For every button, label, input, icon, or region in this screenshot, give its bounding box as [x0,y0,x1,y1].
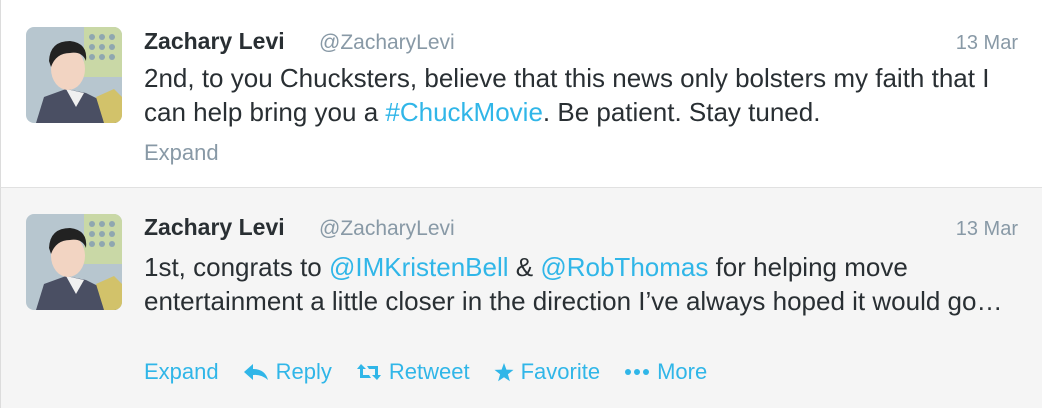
avatar[interactable] [26,214,122,310]
tweet-timestamp[interactable]: 13 Mar [956,32,1018,55]
ellipsis-icon [624,368,650,376]
avatar[interactable] [26,27,122,123]
expand-link[interactable]: Expand [144,359,219,385]
author-handle[interactable]: @ZacharyLevi [319,31,455,55]
tweet-text-part: 1st, congrats to [144,252,329,282]
tweet-actions: Expand [144,140,243,166]
favorite-button[interactable]: Favorite [494,359,600,385]
favorite-label: Favorite [520,359,601,384]
more-button[interactable]: More [624,359,707,385]
reply-label: Reply [275,359,332,384]
mention-link[interactable]: @RobThomas [540,252,708,282]
reply-button[interactable]: Reply [243,359,332,385]
retweet-button[interactable]: Retweet [356,359,470,385]
retweet-icon [356,363,382,381]
more-label: More [657,359,708,384]
tweet-text-part: & [508,252,541,282]
hashtag-link[interactable]: #ChuckMovie [385,97,543,127]
author-name[interactable]: Zachary Levi [144,28,285,55]
tweet-item[interactable]: Zachary Levi @ZacharyLevi 13 Mar 1st, co… [0,188,1042,408]
tweet-actions: Expand Reply Retweet Favorite More [144,359,731,385]
tweet-text: 1st, congrats to @IMKristenBell & @RobTh… [144,250,1024,318]
reply-arrow-icon [243,363,269,381]
tweet-text-part: . Be patient. Stay tuned. [542,97,821,127]
tweet-item[interactable]: Zachary Levi @ZacharyLevi 13 Mar 2nd, to… [0,0,1042,188]
retweet-label: Retweet [388,359,470,384]
star-icon [494,362,514,382]
tweet-text: 2nd, to you Chucksters, believe that thi… [144,61,1024,129]
author-name[interactable]: Zachary Levi [144,214,285,241]
expand-link[interactable]: Expand [144,140,219,166]
author-handle[interactable]: @ZacharyLevi [319,217,455,241]
tweet-timestamp[interactable]: 13 Mar [956,218,1018,241]
mention-link[interactable]: @IMKristenBell [329,252,509,282]
